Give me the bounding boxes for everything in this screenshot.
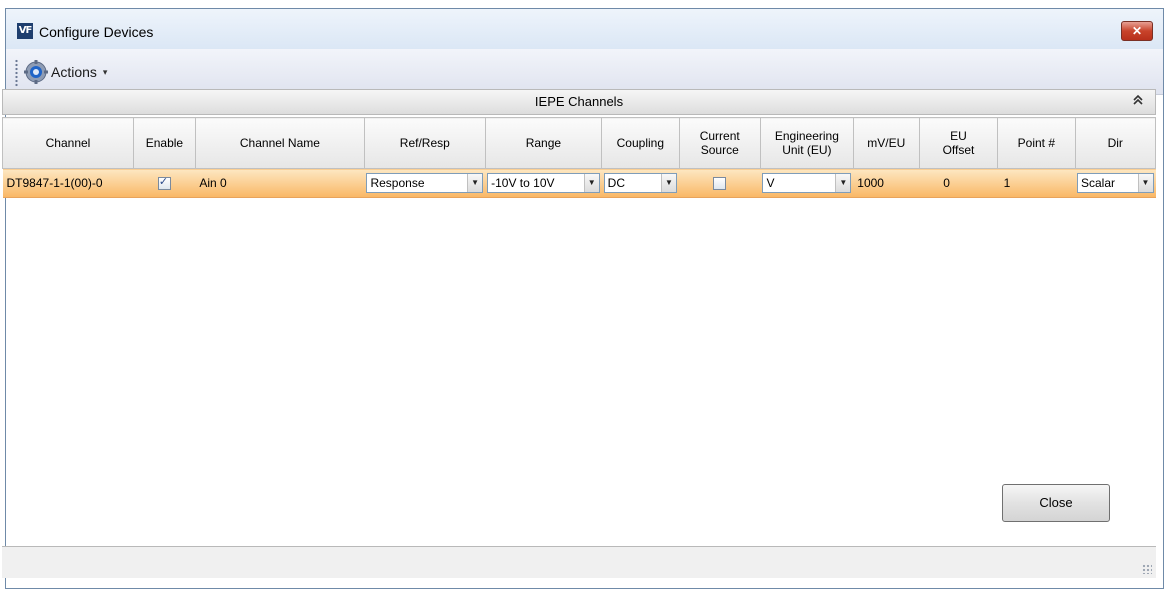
header-line: Unit (EU) <box>782 143 832 157</box>
col-header-channel-name[interactable]: Channel Name <box>194 117 365 169</box>
header-line: Current <box>699 129 740 143</box>
col-header-dir[interactable]: Dir <box>1074 117 1156 169</box>
gear-icon <box>24 60 48 84</box>
header-line: Offset <box>942 143 975 157</box>
close-button[interactable]: Close <box>1002 484 1110 522</box>
dir-value: Scalar <box>1081 176 1116 190</box>
header-line: Engineering <box>774 129 839 143</box>
dropdown-arrow-icon[interactable]: ▼ <box>661 174 676 192</box>
cell-coupling: DC ▼ <box>601 168 679 198</box>
iepe-channels-group-header[interactable]: IEPE Channels <box>2 89 1156 115</box>
col-header-coupling[interactable]: Coupling <box>601 117 680 169</box>
actions-menu-button[interactable]: Actions ▾ <box>24 58 107 86</box>
status-bar <box>2 546 1156 578</box>
dropdown-arrow-icon[interactable]: ▼ <box>583 174 599 192</box>
col-header-ref-resp[interactable]: Ref/Resp <box>363 117 486 169</box>
col-header-mv-eu[interactable]: mV/EU <box>852 117 920 169</box>
ref-resp-dropdown[interactable]: Response ▼ <box>366 173 484 193</box>
engineering-unit-dropdown[interactable]: V ▼ <box>762 173 852 193</box>
title-bar[interactable]: VF Configure Devices ✕ <box>6 9 1163 49</box>
coupling-dropdown[interactable]: DC ▼ <box>603 173 677 193</box>
col-header-engineering-unit[interactable]: Engineering Unit (EU) <box>759 117 854 169</box>
range-dropdown[interactable]: -10V to 10V ▼ <box>487 173 600 193</box>
cell-ref-resp: Response ▼ <box>364 168 486 198</box>
cell-enable <box>133 168 196 198</box>
range-value: -10V to 10V <box>491 176 555 190</box>
header-row: Channel Enable Channel Name Ref/Resp Ran… <box>2 117 1156 169</box>
cell-eu-offset[interactable]: 0 <box>919 168 998 198</box>
point-value: 1 <box>1003 176 1011 190</box>
dropdown-arrow-icon[interactable]: ▼ <box>467 174 483 192</box>
col-header-channel[interactable]: Channel <box>2 117 134 169</box>
ref-resp-value: Response <box>370 176 425 190</box>
collapse-icon[interactable] <box>1133 94 1143 111</box>
cell-mv-eu[interactable]: 1000 <box>853 168 920 198</box>
col-header-enable[interactable]: Enable <box>132 117 196 169</box>
cell-range: -10V to 10V ▼ <box>485 168 602 198</box>
window-title: Configure Devices <box>39 24 154 40</box>
dropdown-arrow-icon[interactable]: ▼ <box>835 174 851 192</box>
cell-channel[interactable]: DT9847-1-1(00)-0 <box>2 168 134 198</box>
cell-current-source <box>679 168 761 198</box>
col-header-current-source[interactable]: Current Source <box>678 117 761 169</box>
enable-checkbox[interactable] <box>157 175 171 191</box>
chevron-down-icon: ▾ <box>102 66 108 77</box>
col-header-eu-offset[interactable]: EU Offset <box>918 117 999 169</box>
channel-name-value: Ain 0 <box>199 176 227 190</box>
toolbar-grip[interactable] <box>15 59 18 87</box>
actions-label: Actions <box>51 64 97 80</box>
window-close-button[interactable]: ✕ <box>1121 21 1153 41</box>
header-line: EU <box>950 129 967 143</box>
cell-point[interactable]: 1 <box>997 168 1075 198</box>
col-header-point[interactable]: Point # <box>997 117 1076 169</box>
table-row[interactable]: DT9847-1-1(00)-0 Ain 0 Response ▼ -10V to… <box>2 168 1156 198</box>
cell-channel-name[interactable]: Ain 0 <box>195 168 365 198</box>
mv-eu-value: 1000 <box>857 176 884 190</box>
resize-grip-icon[interactable] <box>1142 564 1152 574</box>
dropdown-arrow-icon[interactable]: ▼ <box>1137 174 1153 192</box>
app-logo-icon: VF <box>17 23 33 39</box>
cell-dir: Scalar ▼ <box>1075 168 1156 198</box>
coupling-value: DC <box>607 176 625 190</box>
col-header-range[interactable]: Range <box>484 117 603 169</box>
current-source-checkbox[interactable] <box>713 177 727 191</box>
dir-dropdown[interactable]: Scalar ▼ <box>1077 173 1154 193</box>
header-line: Source <box>700 143 739 157</box>
group-title: IEPE Channels <box>534 94 624 109</box>
channels-grid: Channel Enable Channel Name Ref/Resp Ran… <box>2 117 1156 198</box>
eu-offset-value: 0 <box>943 176 950 190</box>
channel-id: DT9847-1-1(00)-0 <box>6 176 103 190</box>
eu-value: V <box>766 176 775 190</box>
cell-engineering-unit: V ▼ <box>760 168 854 198</box>
